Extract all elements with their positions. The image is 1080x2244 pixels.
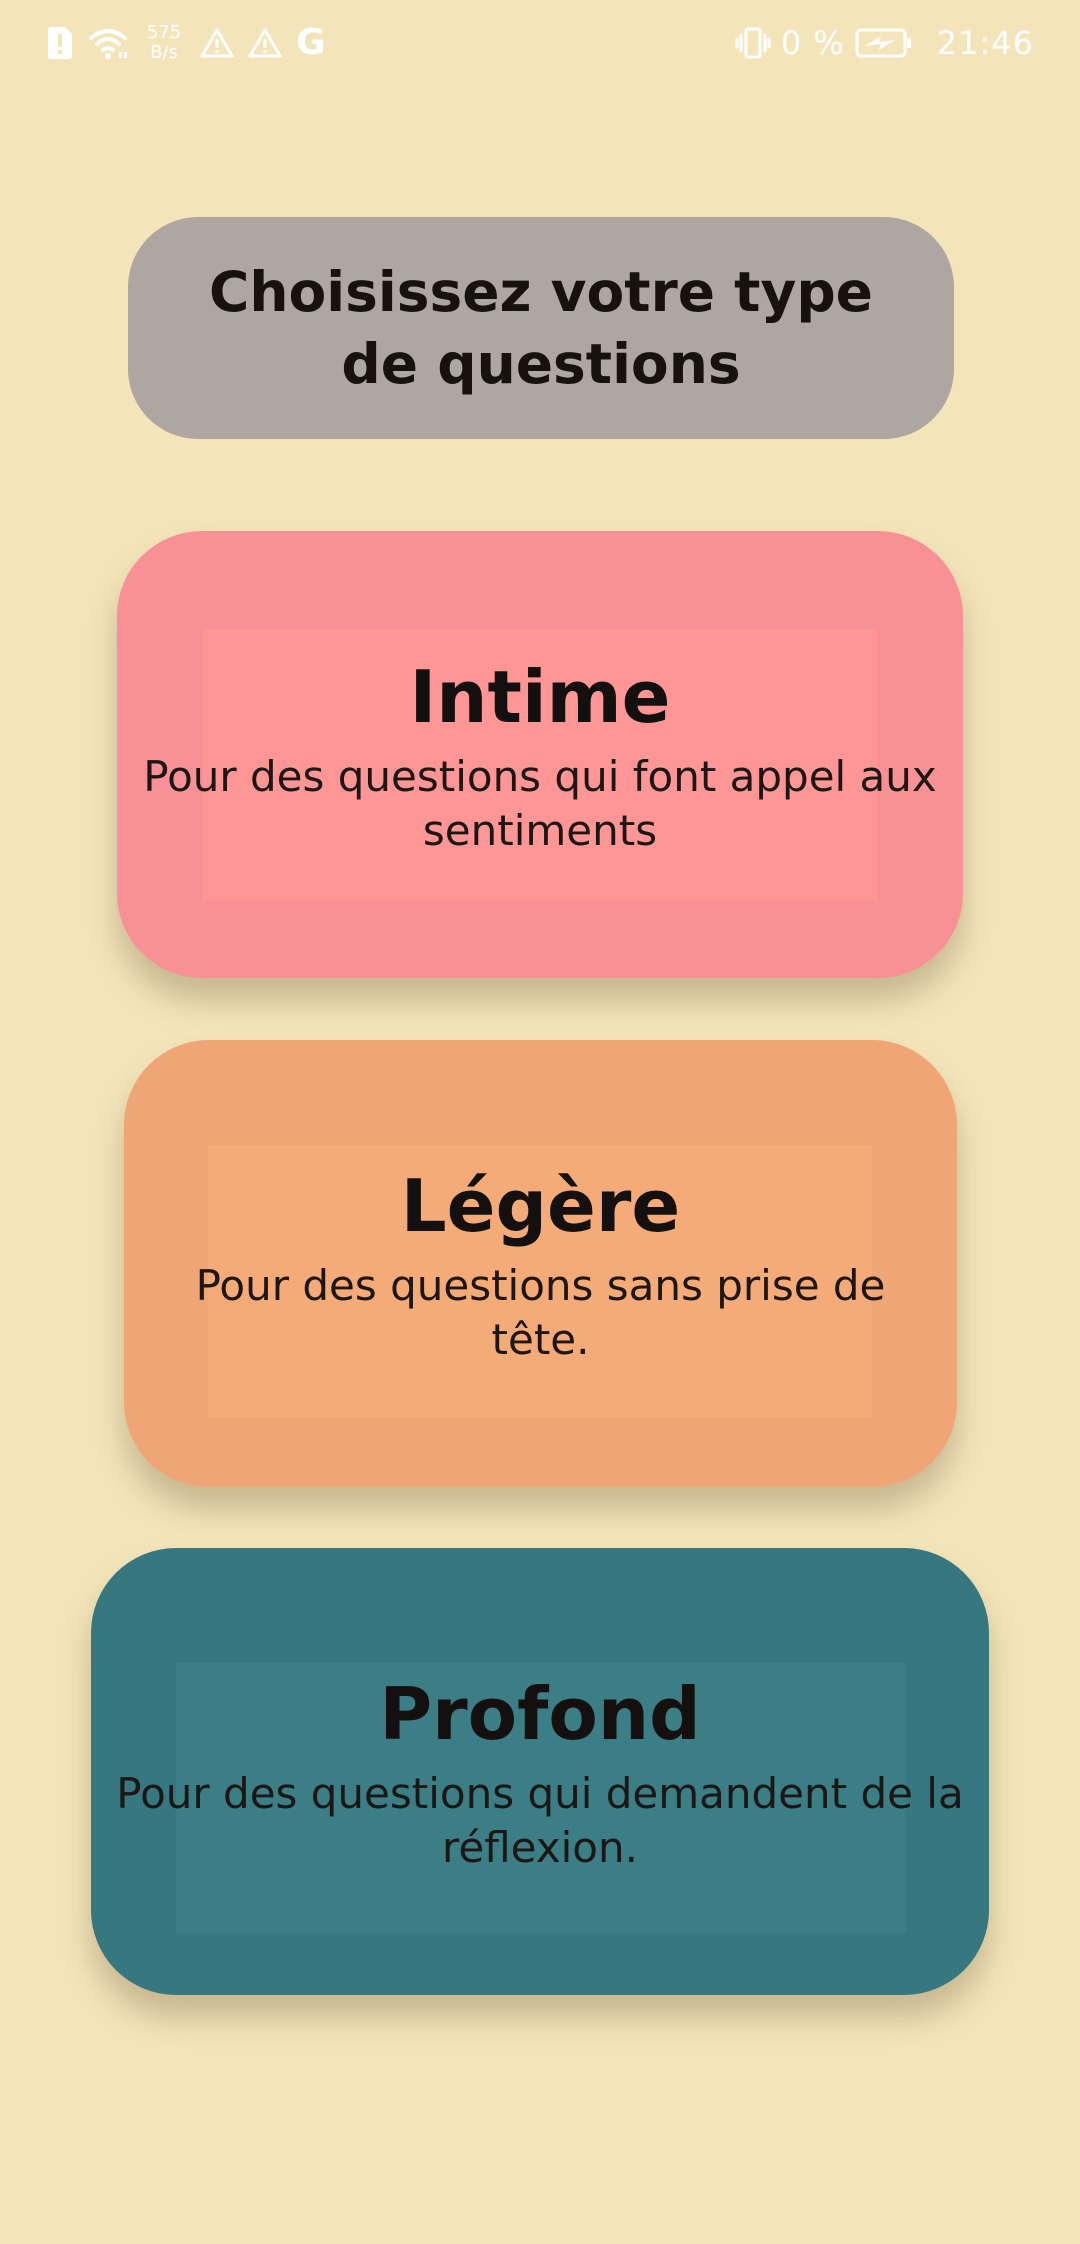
choice-title: Profond: [379, 1671, 701, 1756]
network-speed-unit: B/s: [150, 42, 178, 63]
choice-description: Pour des questions qui font appel aux se…: [143, 751, 937, 855]
battery-percent: 0 %: [780, 24, 845, 62]
warning-icon: [200, 27, 234, 59]
wifi-icon: [88, 26, 128, 60]
title-card: Choisissez votre type de questions: [128, 217, 954, 439]
choice-card-content: Intime Pour des questions qui font appel…: [117, 531, 963, 978]
status-bar: 575 B/s G 0 % 21:46: [0, 0, 1080, 86]
choice-title: Intime: [409, 654, 671, 739]
clock: 21:46: [936, 24, 1034, 62]
choice-description: Pour des questions qui demandent de la r…: [116, 1768, 964, 1872]
vibrate-icon: [735, 26, 771, 60]
network-speed: 575 B/s: [142, 23, 186, 63]
status-bar-right: 0 % 21:46: [735, 18, 1034, 68]
choice-card-content: Légère Pour des questions sans prise de …: [124, 1040, 957, 1487]
choice-card-intime[interactable]: Intime Pour des questions qui font appel…: [117, 531, 963, 978]
google-icon: G: [296, 22, 326, 63]
sim-alert-icon: [46, 26, 74, 60]
choice-title: Légère: [400, 1163, 681, 1248]
choice-card-legere[interactable]: Légère Pour des questions sans prise de …: [124, 1040, 957, 1487]
network-speed-value: 575: [146, 22, 182, 43]
page-title: Choisissez votre type de questions: [208, 260, 873, 396]
choice-description: Pour des questions sans prise de tête.: [195, 1260, 886, 1364]
status-bar-left: 575 B/s G: [46, 18, 326, 68]
choice-card-profond[interactable]: Profond Pour des questions qui demandent…: [91, 1548, 989, 1995]
battery-charging-icon: [855, 27, 913, 59]
choice-card-content: Profond Pour des questions qui demandent…: [91, 1548, 989, 1995]
warning-icon: [248, 27, 282, 59]
